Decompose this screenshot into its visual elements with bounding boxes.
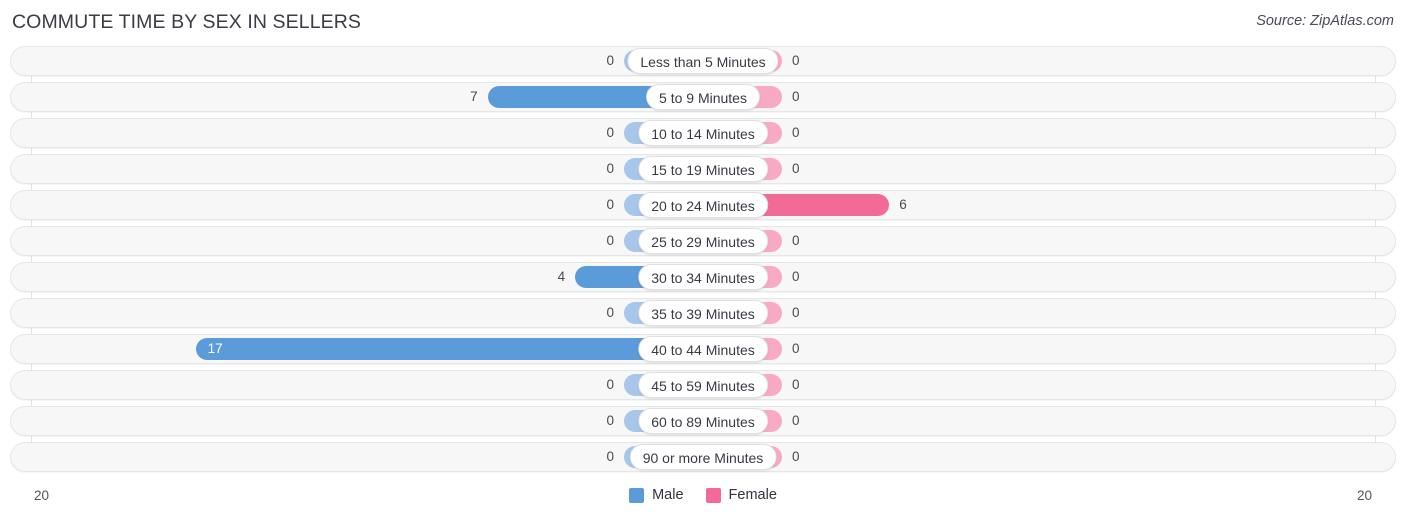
legend-label: Male [652, 487, 684, 503]
category-label-pill: 30 to 34 Minutes [638, 264, 768, 290]
female-value-label: 0 [792, 161, 800, 176]
row-content: 0 0 25 to 29 Minutes [11, 227, 1395, 255]
legend-label: Female [728, 487, 777, 503]
male-value-label: 0 [606, 161, 614, 176]
table-row[interactable]: 0 0 90 or more Minutes [10, 442, 1396, 472]
female-value-label: 0 [792, 341, 800, 356]
table-row[interactable]: 0 0 25 to 29 Minutes [10, 226, 1396, 256]
female-value-label: 0 [792, 449, 800, 464]
category-label-pill: 10 to 14 Minutes [638, 120, 768, 146]
table-row[interactable]: 7 0 5 to 9 Minutes [10, 82, 1396, 112]
category-label-pill: 20 to 24 Minutes [638, 192, 768, 218]
category-label-pill: 90 or more Minutes [629, 444, 777, 470]
legend-swatch-icon [705, 487, 721, 503]
table-row[interactable]: 0 6 20 to 24 Minutes [10, 190, 1396, 220]
female-value-label: 0 [792, 269, 800, 284]
table-row[interactable]: 0 0 35 to 39 Minutes [10, 298, 1396, 328]
legend-item[interactable]: Female [705, 487, 777, 503]
male-value-label: 4 [557, 269, 566, 284]
row-content: 0 0 60 to 89 Minutes [11, 407, 1395, 435]
chart-legend: Male Female [0, 487, 1406, 503]
male-value-label: 0 [606, 233, 614, 248]
chart-footer: 20 20 Male Female [0, 483, 1406, 523]
table-row[interactable]: 0 0 15 to 19 Minutes [10, 154, 1396, 184]
category-label-pill: 25 to 29 Minutes [638, 228, 768, 254]
category-label-pill: Less than 5 Minutes [627, 48, 779, 74]
table-row[interactable]: 17 0 40 to 44 Minutes [10, 334, 1396, 364]
row-content: 17 0 40 to 44 Minutes [11, 335, 1395, 363]
female-value-label: 0 [792, 125, 800, 140]
bar-rows: 0 0 Less than 5 Minutes 7 0 5 to 9 Minutes 0 0 1… [0, 46, 1406, 478]
male-value-label: 0 [606, 197, 614, 212]
female-value-label: 0 [792, 53, 800, 68]
female-value-label: 0 [792, 305, 800, 320]
male-value-label: 0 [606, 53, 614, 68]
row-content: 0 0 Less than 5 Minutes [11, 47, 1395, 75]
male-value-label: 0 [606, 377, 614, 392]
table-row[interactable]: 0 0 Less than 5 Minutes [10, 46, 1396, 76]
row-content: 0 6 20 to 24 Minutes [11, 191, 1395, 219]
category-label-pill: 35 to 39 Minutes [638, 300, 768, 326]
table-row[interactable]: 0 0 45 to 59 Minutes [10, 370, 1396, 400]
category-label-pill: 45 to 59 Minutes [638, 372, 768, 398]
source-label: Source: ZipAtlas.com [1256, 13, 1394, 29]
row-content: 4 0 30 to 34 Minutes [11, 263, 1395, 291]
page-title: COMMUTE TIME BY SEX IN SELLERS [12, 11, 362, 33]
table-row[interactable]: 0 0 10 to 14 Minutes [10, 118, 1396, 148]
row-content: 0 0 10 to 14 Minutes [11, 119, 1395, 147]
table-row[interactable]: 0 0 60 to 89 Minutes [10, 406, 1396, 436]
row-content: 0 0 15 to 19 Minutes [11, 155, 1395, 183]
row-content: 0 0 90 or more Minutes [11, 443, 1395, 471]
male-bar[interactable] [195, 338, 692, 360]
table-row[interactable]: 4 0 30 to 34 Minutes [10, 262, 1396, 292]
female-value-label: 0 [792, 89, 800, 104]
female-value-label: 0 [792, 413, 800, 428]
male-value-label: 0 [606, 413, 614, 428]
chart-plot-area: 0 0 Less than 5 Minutes 7 0 5 to 9 Minutes 0 0 1… [0, 46, 1406, 483]
male-value-label: 17 [207, 341, 223, 356]
row-content: 7 0 5 to 9 Minutes [11, 83, 1395, 111]
category-label-pill: 5 to 9 Minutes [646, 84, 760, 110]
female-value-label: 0 [792, 377, 800, 392]
category-label-pill: 60 to 89 Minutes [638, 408, 768, 434]
female-value-label: 0 [792, 233, 800, 248]
male-value-label: 0 [606, 449, 614, 464]
legend-item[interactable]: Male [629, 487, 684, 503]
category-label-pill: 40 to 44 Minutes [638, 336, 768, 362]
male-value-label: 0 [606, 305, 614, 320]
male-value-label: 0 [606, 125, 614, 140]
category-label-pill: 15 to 19 Minutes [638, 156, 768, 182]
row-content: 0 0 45 to 59 Minutes [11, 371, 1395, 399]
row-content: 0 0 35 to 39 Minutes [11, 299, 1395, 327]
chart-header: COMMUTE TIME BY SEX IN SELLERS Source: Z… [0, 0, 1406, 46]
legend-swatch-icon [629, 487, 645, 503]
male-value-label: 7 [470, 89, 478, 104]
female-value-label: 6 [899, 197, 907, 212]
